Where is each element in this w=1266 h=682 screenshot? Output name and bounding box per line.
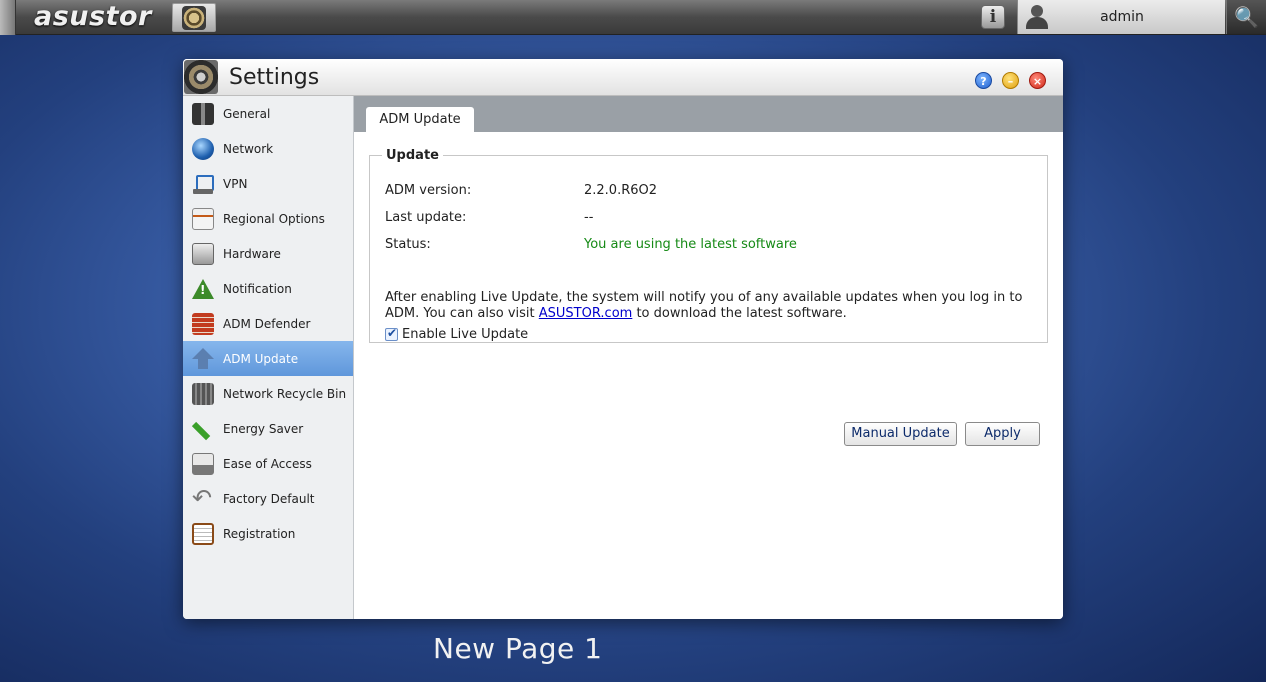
user-menu[interactable]: admin xyxy=(1017,0,1225,34)
settings-window: Settings ? – × General Network VPN Regio… xyxy=(183,59,1063,619)
status-value: You are using the latest software xyxy=(584,237,797,252)
warning-icon xyxy=(192,278,214,300)
tab-adm-update[interactable]: ADM Update xyxy=(366,107,474,132)
asustor-link[interactable]: ASUSTOR.com xyxy=(539,306,633,321)
sidebar-item-registration[interactable]: Registration xyxy=(183,516,353,551)
apply-button[interactable]: Apply xyxy=(965,422,1040,446)
minimize-icon[interactable]: – xyxy=(1002,72,1019,89)
manual-update-button[interactable]: Manual Update xyxy=(844,422,957,446)
settings-sidebar: General Network VPN Regional Options Har… xyxy=(183,96,354,619)
user-name: admin xyxy=(1100,9,1144,25)
firewall-icon xyxy=(192,312,214,335)
update-group: Update ADM version: 2.2.0.R6O2 Last upda… xyxy=(369,148,1048,343)
sidebar-item-label: Hardware xyxy=(223,246,281,261)
sidebar-item-label: Factory Default xyxy=(223,491,315,506)
sidebar-item-notification[interactable]: Notification xyxy=(183,271,353,306)
asustor-logo: asustor xyxy=(34,1,152,32)
sidebar-item-regional-options[interactable]: Regional Options xyxy=(183,201,353,236)
last-update-value: -- xyxy=(584,210,594,225)
calendar-clock-icon xyxy=(192,207,214,230)
sidebar-item-ease-of-access[interactable]: Ease of Access xyxy=(183,446,353,481)
sidebar-item-label: General xyxy=(223,106,271,121)
status-label: Status: xyxy=(385,237,431,252)
printer-icon xyxy=(192,452,214,475)
vpn-icon xyxy=(192,173,214,195)
settings-gear-icon xyxy=(182,5,206,30)
sidebar-item-vpn[interactable]: VPN xyxy=(183,166,353,201)
page-caption: New Page 1 xyxy=(433,632,603,665)
sidebar-item-label: VPN xyxy=(223,176,248,191)
settings-content: ADM Update Update ADM version: 2.2.0.R6O… xyxy=(354,96,1063,619)
update-group-title: Update xyxy=(386,148,439,163)
sidebar-item-label: Energy Saver xyxy=(223,421,304,436)
sidebar-item-adm-update[interactable]: ADM Update xyxy=(183,341,353,376)
topbar-edge-handle[interactable] xyxy=(0,0,16,35)
upload-arrow-icon xyxy=(192,347,214,370)
settings-app-button[interactable] xyxy=(172,3,216,32)
trash-icon xyxy=(192,382,214,405)
top-bar: asustor i admin 🔍 xyxy=(0,0,1266,35)
sidebar-item-label: Regional Options xyxy=(223,211,325,226)
checkbox-checked-icon[interactable] xyxy=(385,326,398,341)
description-text-end: to download the latest software. xyxy=(632,306,847,321)
window-title: Settings xyxy=(229,65,320,90)
live-update-description: After enabling Live Update, the system w… xyxy=(385,290,1025,322)
last-update-label: Last update: xyxy=(385,210,467,225)
energy-icon xyxy=(192,418,214,440)
sidebar-item-general[interactable]: General xyxy=(183,96,353,131)
search-icon[interactable]: 🔍 xyxy=(1226,0,1266,34)
server-icon xyxy=(192,102,214,125)
help-icon[interactable]: ? xyxy=(975,72,992,89)
settings-gears-icon xyxy=(184,60,218,94)
tab-strip: ADM Update xyxy=(354,96,1063,132)
adm-version-value: 2.2.0.R6O2 xyxy=(584,183,658,198)
sidebar-item-label: Notification xyxy=(223,281,292,296)
sidebar-item-factory-default[interactable]: Factory Default xyxy=(183,481,353,516)
window-titlebar[interactable]: Settings ? – × xyxy=(183,59,1063,96)
sidebar-item-label: ADM Defender xyxy=(223,316,311,331)
clipboard-icon xyxy=(192,522,214,545)
sidebar-item-label: Ease of Access xyxy=(223,456,312,471)
hardware-icon xyxy=(192,242,214,265)
globe-icon xyxy=(192,137,214,160)
sidebar-item-network[interactable]: Network xyxy=(183,131,353,166)
sidebar-item-adm-defender[interactable]: ADM Defender xyxy=(183,306,353,341)
sidebar-item-hardware[interactable]: Hardware xyxy=(183,236,353,271)
sidebar-item-label: Network Recycle Bin xyxy=(223,386,347,401)
close-icon[interactable]: × xyxy=(1029,72,1046,89)
adm-version-label: ADM version: xyxy=(385,183,472,198)
undo-icon xyxy=(192,484,214,512)
sidebar-item-network-recycle-bin[interactable]: Network Recycle Bin xyxy=(183,376,353,411)
sidebar-item-energy-saver[interactable]: Energy Saver xyxy=(183,411,353,446)
sidebar-item-label: Network xyxy=(223,141,274,156)
enable-live-update-checkbox[interactable]: Enable Live Update xyxy=(385,326,529,342)
sidebar-item-label: ADM Update xyxy=(223,351,299,366)
info-icon[interactable]: i xyxy=(981,5,1005,29)
enable-live-update-label: Enable Live Update xyxy=(402,327,529,342)
sidebar-item-label: Registration xyxy=(223,526,296,541)
